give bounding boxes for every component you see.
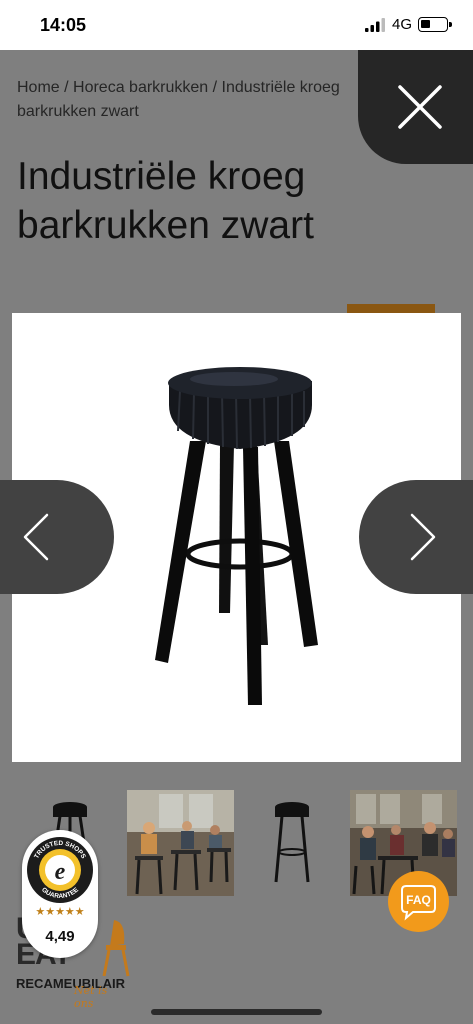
breadcrumb[interactable]: Home / Horeca barkrukken / Industriële k… (17, 76, 397, 124)
svg-text:e: e (55, 859, 66, 885)
rating-stars: ★★★★★ (35, 906, 85, 918)
bar-stool-thumbnail (239, 790, 346, 896)
close-icon (398, 85, 442, 129)
chevron-left-icon (23, 513, 49, 561)
next-image-button[interactable] (359, 480, 473, 594)
trusted-shops-seal-icon: e TRUSTED SHOPS GUARANTEE (27, 837, 93, 903)
previous-image-button[interactable] (0, 480, 114, 594)
chair-logo-icon (102, 920, 130, 977)
home-indicator[interactable] (151, 1009, 322, 1015)
faq-label: FAQ (406, 893, 431, 907)
logo-script: Net is ons (74, 984, 108, 1010)
page-title: Industriële kroeg barkrukken zwart (17, 155, 314, 247)
battery-tip (449, 22, 452, 27)
network-label: 4G (392, 16, 413, 33)
cafe-interior-thumbnail (127, 790, 234, 896)
chevron-right-icon (410, 513, 436, 561)
status-bar: 14:05 4G (0, 0, 473, 50)
trusted-shops-badge[interactable]: e TRUSTED SHOPS GUARANTEE ★★★★★ 4,49 (22, 830, 98, 958)
thumbnail-3[interactable] (239, 790, 346, 896)
faq-button[interactable]: FAQ (388, 871, 449, 932)
close-button[interactable] (358, 50, 473, 164)
status-time: 14:05 (40, 15, 87, 35)
battery-icon (418, 17, 448, 32)
thumbnail-2[interactable] (127, 790, 234, 896)
rating-value: 4,49 (45, 928, 75, 945)
signal-icon (365, 18, 385, 32)
